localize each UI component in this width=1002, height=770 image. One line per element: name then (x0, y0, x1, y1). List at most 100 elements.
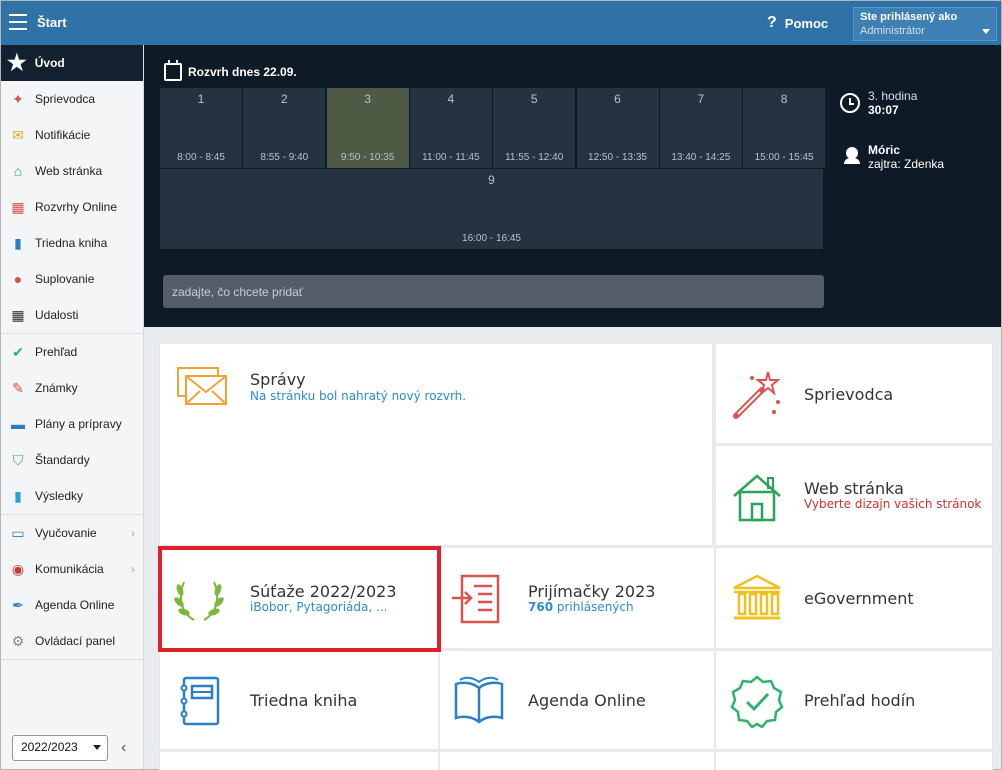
help-button[interactable]: ? Pomoc (767, 14, 828, 32)
envelope-icon (177, 367, 227, 405)
sidebar-item-label: Web stránka (35, 164, 103, 178)
tile-title: Sprievodca (804, 385, 894, 404)
lesson-time: 11:55 - 12:40 (505, 152, 564, 163)
lesson-cell[interactable]: 9 16:00 - 16:45 (160, 169, 823, 249)
sidebar-item-home[interactable]: ★ Úvod (1, 45, 143, 81)
calendar-icon (164, 60, 182, 81)
sidebar-group: ✦ Sprievodca ✉ Notifikácie ⌂ Web stránka ▦ Rozv… (1, 81, 143, 334)
sidebar-item-label: Udalosti (35, 308, 79, 322)
person-icon: ● (13, 271, 23, 287)
lesson-cell[interactable]: 5 11:55 - 12:40 (493, 88, 576, 168)
sidebar-item-web-stranka[interactable]: ⌂ Web stránka (1, 153, 143, 189)
collapse-sidebar-icon[interactable]: ‹ (121, 739, 126, 757)
sidebar-item-standardy[interactable]: ⛉ Štandardy (1, 442, 143, 478)
schedule-title: Rozvrh dnes 22.09. (164, 60, 297, 81)
school-year-select[interactable]: 2022/2023 (12, 735, 108, 761)
lesson-number: 3 (364, 92, 371, 106)
sidebar-item-agenda-online[interactable]: ✒ Agenda Online (1, 587, 143, 623)
house-icon: ⌂ (13, 163, 23, 179)
laurel-wreath-icon (174, 581, 224, 621)
sidebar-item-plany-a-pripravy[interactable]: ▬ Plány a prípravy (1, 406, 143, 442)
duty-name: Móric (868, 143, 901, 157)
login-user: Administrátor (860, 25, 925, 37)
tile-subtitle: iBobor, Pytagoriáda, ... (250, 600, 388, 614)
help-label: Pomoc (784, 15, 829, 31)
tile-partial[interactable] (439, 751, 715, 770)
lesson-cell[interactable]: 2 8:55 - 9:40 (243, 88, 326, 168)
chevron-down-icon (982, 29, 990, 34)
sidebar-item-komunikacia[interactable]: ◉ Komunikácia › (1, 551, 143, 587)
tile-triedna-kniha[interactable]: Triedna kniha (159, 650, 439, 750)
check-circle-icon: ✔ (12, 343, 24, 360)
lesson-cell[interactable]: 6 12:50 - 13:35 (576, 88, 659, 168)
tile-prijimacky[interactable]: Prijímačky 2023 760 prihlásených (439, 547, 715, 649)
login-label: Ste prihlásený ako (860, 11, 958, 23)
tile-subtitle: Vyberte dizajn vašich stránok (804, 497, 982, 511)
user-dropdown[interactable]: Ste prihlásený ako Administrátor (853, 7, 997, 41)
sidebar-item-ovladaci-panel[interactable]: ⚙ Ovládací panel (1, 623, 143, 659)
person-icon (844, 147, 860, 165)
lesson-cell[interactable]: 3 9:50 - 10:35 (326, 88, 409, 168)
app-title: Štart (37, 15, 67, 30)
lesson-time: 8:00 - 8:45 (177, 152, 225, 163)
sidebar-item-label: Komunikácia (35, 562, 104, 576)
shield-icon: ⛉ (12, 451, 24, 468)
sidebar-item-prehlad[interactable]: ✔ Prehľad (1, 334, 143, 370)
sidebar-item-vysledky[interactable]: ▮ Výsledky (1, 478, 143, 514)
tile-title: eGovernment (804, 589, 914, 608)
grade-icon: ✎ (12, 379, 24, 396)
tile-agenda-online[interactable]: Agenda Online (439, 650, 715, 750)
calendar-icon: ▦ (11, 306, 25, 323)
tile-spravy[interactable]: Správy Na stránku bol nahratý nový rozvr… (159, 343, 713, 546)
grid-icon: ▦ (11, 198, 25, 215)
lesson-number: 7 (697, 92, 705, 106)
lesson-number: 9 (488, 173, 495, 187)
tile-title: Triedna kniha (250, 691, 358, 710)
sidebar-item-label: Štandardy (35, 453, 90, 467)
open-book-icon: ▭ (11, 524, 25, 541)
tile-title: Prehľad hodín (804, 691, 916, 710)
tile-sprievodca[interactable]: Sprievodca (715, 343, 993, 444)
application-form-icon (452, 574, 500, 624)
sidebar-group: ✔ Prehľad ✎ Známky ▬ Plány a prípravy ⛉ Štandar… (1, 334, 143, 515)
lesson-cell[interactable]: 4 11:00 - 11:45 (409, 88, 492, 168)
add-event-input[interactable] (163, 275, 824, 308)
applicant-label: prihlásených (553, 600, 634, 614)
tile-web-stranka[interactable]: Web stránka Vyberte dizajn vašich stráno… (715, 445, 993, 546)
hamburger-menu-icon[interactable] (9, 14, 27, 30)
envelope-icon: ✉ (12, 126, 24, 143)
lesson-cell[interactable]: 7 13:40 - 14:25 (659, 88, 742, 168)
lesson-cell[interactable]: 1 8:00 - 8:45 (160, 88, 242, 168)
sidebar-item-znamky[interactable]: ✎ Známky (1, 370, 143, 406)
sidebar-item-sprievodca[interactable]: ✦ Sprievodca (1, 81, 143, 117)
applicant-count: 760 (528, 600, 554, 614)
lesson-cell[interactable]: 8 15:00 - 15:45 (743, 88, 826, 168)
tile-sutaze[interactable]: Súťaže 2022/2023 iBobor, Pytagoriáda, ..… (159, 547, 439, 649)
tile-egovernment[interactable]: eGovernment (715, 547, 993, 649)
lesson-number: 5 (530, 92, 538, 106)
sidebar-item-rozvrhy-online[interactable]: ▦ Rozvrhy Online (1, 189, 143, 225)
tile-prehlad-hodin[interactable]: Prehľad hodín (715, 650, 993, 750)
top-bar: Štart ? Pomoc Ste prihlásený ako Adminis… (1, 1, 1001, 45)
sidebar-item-vyucovanie[interactable]: ▭ Vyučovanie › (1, 515, 143, 551)
sidebar-item-label: Agenda Online (35, 598, 115, 612)
chevron-down-icon (93, 745, 101, 750)
tile-title: Web stránka (804, 479, 904, 498)
tile-title: Prijímačky 2023 (528, 582, 656, 601)
bar-chart-icon: ▮ (14, 487, 22, 504)
tile-partial[interactable] (715, 751, 993, 770)
sidebar-item-label: Triedna kniha (35, 236, 108, 250)
star-icon: ★ (7, 50, 27, 75)
lesson-time: 11:00 - 11:45 (422, 152, 480, 163)
tile-title: Súťaže 2022/2023 (250, 582, 397, 601)
sidebar-item-label: Úvod (34, 56, 65, 70)
sidebar-item-suplovanie[interactable]: ● Suplovanie (1, 261, 143, 297)
tile-partial[interactable] (159, 751, 439, 770)
sidebar-item-label: Plány a prípravy (35, 417, 122, 431)
sidebar-item-notifikacie[interactable]: ✉ Notifikácie (1, 117, 143, 153)
sidebar-item-udalosti[interactable]: ▦ Udalosti (1, 297, 143, 333)
sidebar-item-triedna-kniha[interactable]: ▮ Triedna kniha (1, 225, 143, 261)
tile-subtitle: Na stránku bol nahratý nový rozvrh. (250, 389, 467, 403)
chevron-right-icon: › (131, 526, 135, 540)
lesson-number: 4 (447, 92, 455, 106)
